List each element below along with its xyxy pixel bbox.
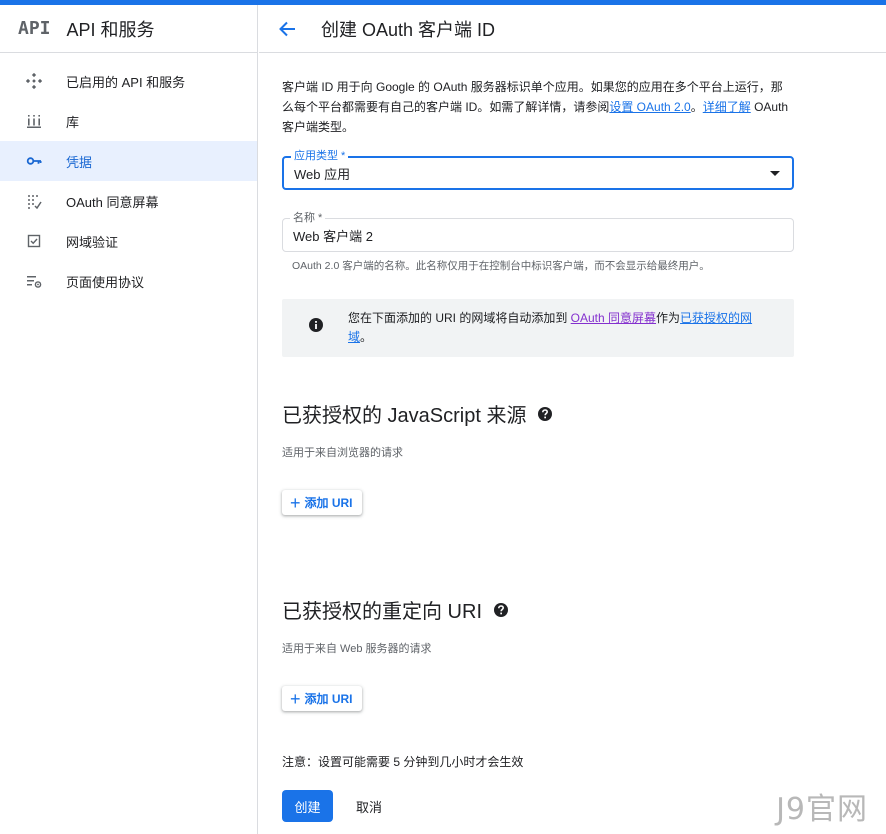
sidebar-title: API 和服务 xyxy=(66,19,155,40)
oauth-consent-link[interactable]: OAuth 同意屏幕 xyxy=(571,311,656,325)
js-origins-title-text: 已获授权的 JavaScript 来源 xyxy=(282,405,527,427)
app-type-value: Web 应用 xyxy=(294,166,351,182)
intro-text: 客户端 ID 用于向 Google 的 OAuth 服务器标识单个应用。如果您的… xyxy=(282,77,794,137)
redirect-uris-title-text: 已获授权的重定向 URI xyxy=(282,601,482,623)
redirect-uris-subtitle: 适用于来自 Web 服务器的请求 xyxy=(282,643,432,655)
key-icon xyxy=(24,151,44,171)
sidebar-item-label: 已启用的 API 和服务 xyxy=(66,74,186,90)
add-uri-label: 添加 URI xyxy=(304,496,353,510)
js-origins-title: 已获授权的 JavaScript 来源 xyxy=(282,399,794,428)
arrow-back-icon xyxy=(279,21,295,36)
add-uri-label: 添加 URI xyxy=(304,692,353,706)
settings-list-icon xyxy=(24,271,44,291)
name-input[interactable]: 名称 * Web 客户端 2 xyxy=(282,211,794,252)
info-text-part: 您在下面添加的 URI 的网域将自动添加到 xyxy=(348,311,571,325)
sidebar-item-label: 库 xyxy=(66,114,80,130)
info-icon xyxy=(309,318,323,332)
sidebar-item-enabled-apis[interactable]: 已启用的 API 和服务 xyxy=(0,61,257,101)
sidebar-item-credentials[interactable]: 凭据 xyxy=(0,141,257,181)
watermark: J9官网 xyxy=(776,792,868,827)
sidebar-item-oauth-consent[interactable]: OAuth 同意屏幕 xyxy=(0,181,257,221)
learn-more-link[interactable]: 详细了解 xyxy=(703,100,751,114)
form-content: 客户端 ID 用于向 Google 的 OAuth 服务器标识单个应用。如果您的… xyxy=(282,53,794,822)
sidebar-item-page-usage-agreements[interactable]: 页面使用协议 xyxy=(0,261,257,301)
app-type-label: 应用类型 * xyxy=(291,149,349,163)
sidebar-item-domain-verification[interactable]: 网域验证 xyxy=(0,221,257,261)
info-text-part: 作为 xyxy=(656,311,681,325)
checkbox-icon xyxy=(24,231,44,251)
cancel-button[interactable]: 取消 xyxy=(356,797,382,816)
main-panel: 创建 OAuth 客户端 ID 客户端 ID 用于向 Google 的 OAut… xyxy=(259,5,886,834)
sidebar-item-label: 网域验证 xyxy=(66,234,119,250)
setup-oauth-link[interactable]: 设置 OAuth 2.0 xyxy=(609,100,690,114)
api-logo: API xyxy=(18,18,51,39)
redirect-uris-section: 已获授权的重定向 URI 适用于来自 Web 服务器的请求 + 添加 URI xyxy=(282,595,794,711)
page-title: 创建 OAuth 客户端 ID xyxy=(321,19,496,40)
form-actions: 创建 取消 xyxy=(282,790,794,822)
info-text-part: 。 xyxy=(360,330,373,344)
js-origins-subtitle: 适用于来自浏览器的请求 xyxy=(282,447,403,459)
sidebar-header: API API 和服务 xyxy=(0,5,257,53)
redirect-uris-title: 已获授权的重定向 URI xyxy=(282,595,794,624)
library-icon xyxy=(24,111,44,131)
sidebar-item-label: OAuth 同意屏幕 xyxy=(66,194,159,210)
plus-icon: + xyxy=(290,492,301,513)
dropdown-arrow-icon xyxy=(770,171,780,176)
help-icon[interactable] xyxy=(493,602,509,618)
name-value: Web 客户端 2 xyxy=(293,228,373,244)
name-helper-text: OAuth 2.0 客户端的名称。此名称仅用于在控制台中标识客户端，而不会显示给… xyxy=(292,260,710,272)
create-button[interactable]: 创建 xyxy=(282,790,333,822)
info-banner: 您在下面添加的 URI 的网域将自动添加到 OAuth 同意屏幕作为已获授权的网… xyxy=(282,299,794,357)
js-origins-section: 已获授权的 JavaScript 来源 适用于来自浏览器的请求 + 添加 URI xyxy=(282,399,794,515)
info-text: 您在下面添加的 URI 的网域将自动添加到 OAuth 同意屏幕作为已获授权的网… xyxy=(348,309,770,347)
settings-delay-note: 注意：设置可能需要 5 分钟到几小时才会生效 xyxy=(282,755,524,769)
intro-text-part: 。 xyxy=(690,100,703,114)
sidebar-item-label: 页面使用协议 xyxy=(66,274,145,290)
add-js-origin-button[interactable]: + 添加 URI xyxy=(282,490,362,515)
sidebar-nav: 已启用的 API 和服务 库 凭据 OAuth 同意屏幕 网域验证 页面使用协议 xyxy=(0,53,257,301)
api-diamond-icon xyxy=(24,71,44,91)
sidebar: API API 和服务 已启用的 API 和服务 库 凭据 OAuth 同意屏幕… xyxy=(0,5,258,834)
sidebar-item-library[interactable]: 库 xyxy=(0,101,257,141)
add-redirect-uri-button[interactable]: + 添加 URI xyxy=(282,686,362,711)
back-button[interactable] xyxy=(275,17,299,41)
consent-dots-icon xyxy=(24,191,44,211)
help-icon[interactable] xyxy=(537,406,553,422)
sidebar-item-label: 凭据 xyxy=(66,154,93,170)
page-header: 创建 OAuth 客户端 ID xyxy=(259,5,886,53)
name-label: 名称 * xyxy=(290,211,326,225)
app-type-select[interactable]: 应用类型 * Web 应用 xyxy=(282,149,794,190)
plus-icon: + xyxy=(290,688,301,709)
